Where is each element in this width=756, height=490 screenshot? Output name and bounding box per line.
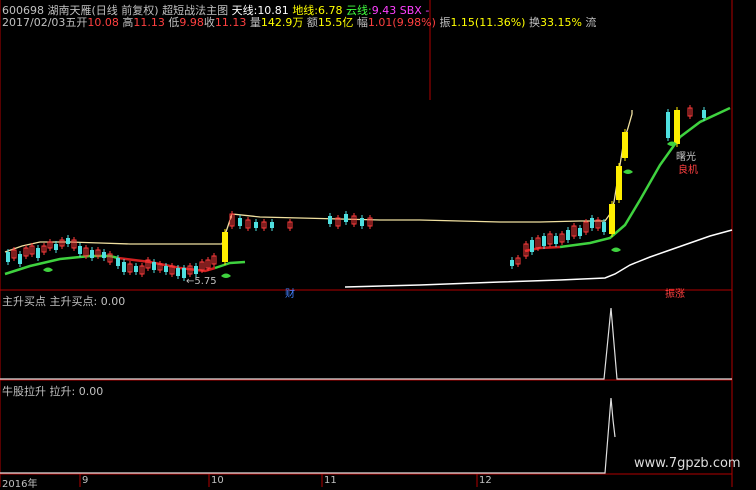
signal-diamond	[611, 247, 621, 252]
panel3-title[interactable]: 牛股拉升	[2, 385, 46, 398]
signal-diamond	[221, 273, 231, 278]
low-value: 9.98	[179, 16, 204, 29]
vol-label: 量	[249, 16, 261, 29]
panel2-header: 主升买点 主升买点: 0.00	[2, 293, 125, 309]
turnover-value: 33.15%	[539, 16, 582, 29]
turnover-label: 换	[528, 16, 540, 29]
cai-marker: 财	[285, 289, 295, 300]
amp-value: 1.15(11.36%)	[450, 16, 526, 29]
xaxis-label-year: 2016年	[2, 479, 38, 490]
candlesticks	[6, 105, 706, 281]
open-value: 10.08	[87, 16, 119, 29]
vol-value: 142.9万	[260, 16, 304, 29]
close-value: 11.13	[214, 16, 247, 29]
amp-label: 振	[439, 16, 451, 29]
panel2-title[interactable]: 主升买点	[2, 295, 46, 308]
panel3-signal-line	[0, 397, 616, 474]
flow-label: 流	[585, 16, 597, 29]
xaxis-label-9: 9	[82, 475, 89, 486]
open-label: 开	[76, 16, 88, 29]
liangji-marker: 良机	[678, 165, 698, 176]
signal-diamond	[43, 267, 53, 272]
site-watermark: www.7gpzb.com	[634, 456, 741, 471]
panel3-value: 拉升: 0.00	[49, 385, 104, 398]
panel2-value: 主升买点: 0.00	[49, 295, 126, 308]
high-label: 高	[122, 16, 134, 29]
xaxis-label-11: 11	[324, 475, 337, 486]
panel2-signal-line	[0, 307, 732, 380]
high-value: 11.13	[133, 16, 165, 29]
low-price-marker: ←5.75	[186, 276, 217, 287]
chg-value: 1.01(9.98%)	[367, 16, 436, 29]
close-label: 收	[203, 16, 215, 29]
resistance-line	[4, 110, 633, 253]
quote-bar: 2017/02/03五开10.08 高11.13 低9.98收11.13 量14…	[2, 14, 596, 30]
panel3-header: 牛股拉升 拉升: 0.00	[2, 383, 103, 399]
low-label: 低	[168, 16, 180, 29]
xaxis-label-10: 10	[211, 475, 224, 486]
quote-date: 2017/02/03五	[2, 16, 77, 29]
amount-label: 额	[306, 16, 318, 29]
support-line-green-mid	[214, 260, 246, 270]
chg-label: 幅	[356, 16, 368, 29]
signal-diamond	[623, 169, 633, 174]
zhenzhang-marker: 振涨	[665, 289, 685, 300]
stock-chart-canvas[interactable]	[0, 0, 756, 487]
amount-value: 15.5亿	[317, 16, 354, 29]
xaxis-label-12: 12	[479, 475, 492, 486]
